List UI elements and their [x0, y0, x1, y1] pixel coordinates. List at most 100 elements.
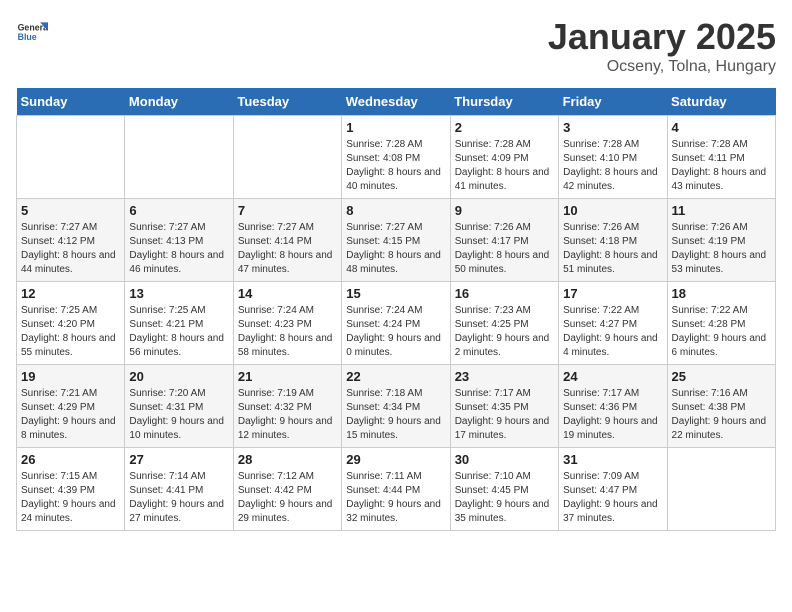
calendar-cell: 1 Sunrise: 7:28 AM Sunset: 4:08 PM Daylig… — [342, 116, 450, 199]
day-info: Sunrise: 7:26 AM Sunset: 4:17 PM Dayligh… — [455, 221, 554, 277]
day-number: 9 — [455, 203, 554, 218]
day-number: 18 — [672, 286, 771, 301]
day-number: 19 — [21, 369, 120, 384]
day-info: Sunrise: 7:25 AM Sunset: 4:21 PM Dayligh… — [129, 304, 228, 360]
calendar-cell: 5 Sunrise: 7:27 AM Sunset: 4:12 PM Daylig… — [17, 199, 125, 282]
logo: General Blue — [16, 16, 48, 48]
day-info: Sunrise: 7:20 AM Sunset: 4:31 PM Dayligh… — [129, 387, 228, 443]
calendar-cell: 6Sunrise: 7:27 AM Sunset: 4:13 PM Daylig… — [125, 199, 233, 282]
day-number: 31 — [563, 452, 662, 467]
calendar-cell — [17, 116, 125, 199]
calendar-week-1: 1 Sunrise: 7:28 AM Sunset: 4:08 PM Daylig… — [17, 116, 776, 199]
day-number: 5 — [21, 203, 120, 218]
calendar-cell: 4 Sunrise: 7:28 AM Sunset: 4:11 PM Daylig… — [667, 116, 775, 199]
day-number: 16 — [455, 286, 554, 301]
day-info: Sunrise: 7:24 AM Sunset: 4:23 PM Dayligh… — [238, 304, 337, 360]
day-info: Sunrise: 7:27 AM Sunset: 4:15 PM Dayligh… — [346, 221, 445, 277]
weekday-header-wednesday: Wednesday — [342, 88, 450, 116]
calendar-cell — [233, 116, 341, 199]
svg-text:Blue: Blue — [18, 32, 37, 42]
calendar-week-4: 19Sunrise: 7:21 AM Sunset: 4:29 PM Dayli… — [17, 365, 776, 448]
day-info: Sunrise: 7:14 AM Sunset: 4:41 PM Dayligh… — [129, 470, 228, 526]
day-info: Sunrise: 7:28 AM Sunset: 4:11 PM Dayligh… — [672, 138, 771, 194]
calendar-cell: 20 Sunrise: 7:20 AM Sunset: 4:31 PM Dayli… — [125, 365, 233, 448]
calendar-cell — [125, 116, 233, 199]
calendar-cell: 29 Sunrise: 7:11 AM Sunset: 4:44 PM Dayli… — [342, 448, 450, 531]
day-info: Sunrise: 7:24 AM Sunset: 4:24 PM Dayligh… — [346, 304, 445, 360]
calendar-cell: 24Sunrise: 7:17 AM Sunset: 4:36 PM Dayli… — [559, 365, 667, 448]
day-info: Sunrise: 7:12 AM Sunset: 4:42 PM Dayligh… — [238, 470, 337, 526]
day-number: 22 — [346, 369, 445, 384]
day-info: Sunrise: 7:28 AM Sunset: 4:10 PM Dayligh… — [563, 138, 662, 194]
logo-icon: General Blue — [16, 16, 48, 48]
calendar-cell: 12 Sunrise: 7:25 AM Sunset: 4:20 PM Dayli… — [17, 282, 125, 365]
calendar-cell: 13 Sunrise: 7:25 AM Sunset: 4:21 PM Dayli… — [125, 282, 233, 365]
day-number: 29 — [346, 452, 445, 467]
day-number: 23 — [455, 369, 554, 384]
calendar-cell: 18Sunrise: 7:22 AM Sunset: 4:28 PM Dayli… — [667, 282, 775, 365]
calendar-cell: 31 Sunrise: 7:09 AM Sunset: 4:47 PM Dayli… — [559, 448, 667, 531]
calendar-cell: 23 Sunrise: 7:17 AM Sunset: 4:35 PM Dayli… — [450, 365, 558, 448]
title-area: January 2025 Ocseny, Tolna, Hungary — [548, 16, 776, 76]
day-number: 28 — [238, 452, 337, 467]
calendar-cell: 14 Sunrise: 7:24 AM Sunset: 4:23 PM Dayli… — [233, 282, 341, 365]
day-info: Sunrise: 7:18 AM Sunset: 4:34 PM Dayligh… — [346, 387, 445, 443]
calendar-week-5: 26 Sunrise: 7:15 AM Sunset: 4:39 PM Dayli… — [17, 448, 776, 531]
day-info: Sunrise: 7:09 AM Sunset: 4:47 PM Dayligh… — [563, 470, 662, 526]
day-number: 15 — [346, 286, 445, 301]
calendar-cell — [667, 448, 775, 531]
day-number: 4 — [672, 120, 771, 135]
day-info: Sunrise: 7:28 AM Sunset: 4:08 PM Dayligh… — [346, 138, 445, 194]
day-number: 3 — [563, 120, 662, 135]
day-number: 30 — [455, 452, 554, 467]
day-info: Sunrise: 7:17 AM Sunset: 4:35 PM Dayligh… — [455, 387, 554, 443]
day-number: 7 — [238, 203, 337, 218]
day-info: Sunrise: 7:16 AM Sunset: 4:38 PM Dayligh… — [672, 387, 771, 443]
day-info: Sunrise: 7:17 AM Sunset: 4:36 PM Dayligh… — [563, 387, 662, 443]
day-number: 17 — [563, 286, 662, 301]
calendar-cell: 15 Sunrise: 7:24 AM Sunset: 4:24 PM Dayli… — [342, 282, 450, 365]
day-number: 12 — [21, 286, 120, 301]
day-info: Sunrise: 7:25 AM Sunset: 4:20 PM Dayligh… — [21, 304, 120, 360]
day-info: Sunrise: 7:26 AM Sunset: 4:18 PM Dayligh… — [563, 221, 662, 277]
calendar-cell: 8 Sunrise: 7:27 AM Sunset: 4:15 PM Daylig… — [342, 199, 450, 282]
weekday-header-thursday: Thursday — [450, 88, 558, 116]
day-number: 26 — [21, 452, 120, 467]
day-number: 11 — [672, 203, 771, 218]
day-number: 6 — [129, 203, 228, 218]
day-number: 2 — [455, 120, 554, 135]
header: General Blue January 2025 Ocseny, Tolna,… — [16, 16, 776, 76]
day-info: Sunrise: 7:27 AM Sunset: 4:14 PM Dayligh… — [238, 221, 337, 277]
day-number: 20 — [129, 369, 228, 384]
weekday-header-friday: Friday — [559, 88, 667, 116]
day-number: 1 — [346, 120, 445, 135]
calendar-cell: 17 Sunrise: 7:22 AM Sunset: 4:27 PM Dayli… — [559, 282, 667, 365]
weekday-header-saturday: Saturday — [667, 88, 775, 116]
calendar-cell: 11 Sunrise: 7:26 AM Sunset: 4:19 PM Dayli… — [667, 199, 775, 282]
day-info: Sunrise: 7:11 AM Sunset: 4:44 PM Dayligh… — [346, 470, 445, 526]
weekday-header-monday: Monday — [125, 88, 233, 116]
day-info: Sunrise: 7:26 AM Sunset: 4:19 PM Dayligh… — [672, 221, 771, 277]
day-info: Sunrise: 7:10 AM Sunset: 4:45 PM Dayligh… — [455, 470, 554, 526]
calendar-cell: 28 Sunrise: 7:12 AM Sunset: 4:42 PM Dayli… — [233, 448, 341, 531]
day-number: 13 — [129, 286, 228, 301]
calendar-table: SundayMondayTuesdayWednesdayThursdayFrid… — [16, 88, 776, 531]
calendar-title: January 2025 — [548, 16, 776, 58]
calendar-cell: 26 Sunrise: 7:15 AM Sunset: 4:39 PM Dayli… — [17, 448, 125, 531]
day-number: 21 — [238, 369, 337, 384]
day-info: Sunrise: 7:22 AM Sunset: 4:27 PM Dayligh… — [563, 304, 662, 360]
day-info: Sunrise: 7:15 AM Sunset: 4:39 PM Dayligh… — [21, 470, 120, 526]
calendar-cell: 22 Sunrise: 7:18 AM Sunset: 4:34 PM Dayli… — [342, 365, 450, 448]
calendar-week-3: 12 Sunrise: 7:25 AM Sunset: 4:20 PM Dayli… — [17, 282, 776, 365]
day-number: 25 — [672, 369, 771, 384]
calendar-cell: 3 Sunrise: 7:28 AM Sunset: 4:10 PM Daylig… — [559, 116, 667, 199]
weekday-header-sunday: Sunday — [17, 88, 125, 116]
calendar-cell: 10Sunrise: 7:26 AM Sunset: 4:18 PM Dayli… — [559, 199, 667, 282]
calendar-cell: 27Sunrise: 7:14 AM Sunset: 4:41 PM Dayli… — [125, 448, 233, 531]
calendar-cell: 9 Sunrise: 7:26 AM Sunset: 4:17 PM Daylig… — [450, 199, 558, 282]
day-info: Sunrise: 7:28 AM Sunset: 4:09 PM Dayligh… — [455, 138, 554, 194]
day-number: 8 — [346, 203, 445, 218]
calendar-cell: 19Sunrise: 7:21 AM Sunset: 4:29 PM Dayli… — [17, 365, 125, 448]
day-info: Sunrise: 7:27 AM Sunset: 4:12 PM Dayligh… — [21, 221, 120, 277]
day-number: 14 — [238, 286, 337, 301]
